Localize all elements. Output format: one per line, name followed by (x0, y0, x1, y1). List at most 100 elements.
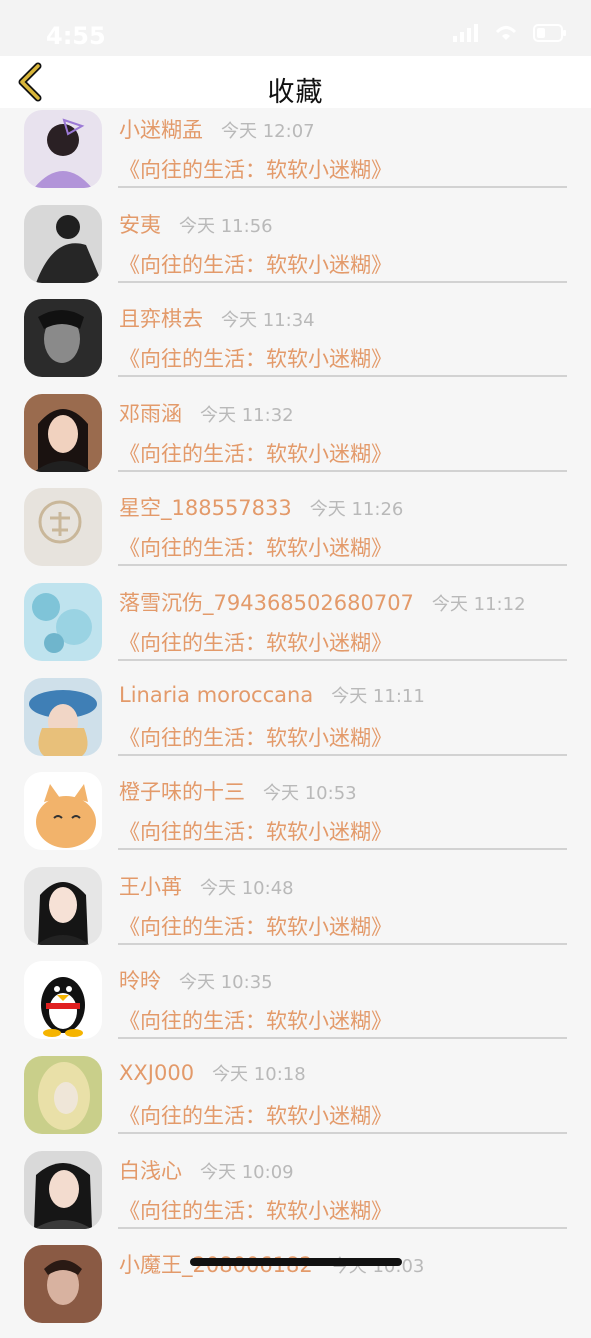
avatar[interactable] (24, 393, 102, 472)
status-icons (453, 24, 567, 42)
avatar-image (24, 677, 102, 756)
avatar[interactable] (24, 488, 102, 567)
list-item[interactable]: 橙子味的十三 今天 10:53 《向往的生活：软软小迷糊》 (0, 770, 591, 865)
timestamp: 今天 11:12 (431, 593, 526, 615)
divider (118, 280, 567, 283)
divider (118, 186, 567, 188)
user-name-text: 橙子味的十三 (119, 780, 245, 805)
timestamp: 今天 11:32 (200, 404, 294, 426)
timestamp: 今天 12:07 (221, 121, 315, 142)
avatar-image (24, 488, 102, 567)
avatar-image (24, 582, 102, 661)
user-name-text: 邓雨涵 (119, 401, 182, 426)
user-name: 王小苒 今天 10:48 (119, 871, 294, 901)
list-item[interactable]: 邓雨涵 今天 11:32 《向往的生活：软软小迷糊》 (0, 392, 591, 487)
divider (118, 658, 567, 661)
avatar-image (24, 299, 102, 378)
list-item[interactable]: 小迷糊孟 今天 12:07 《向往的生活：软软小迷糊》 (0, 108, 591, 203)
favorite-title[interactable]: 《向往的生活：软软小迷糊》 (119, 627, 392, 657)
avatar[interactable] (24, 677, 102, 756)
user-name: 小迷糊孟 今天 12:07 (119, 114, 315, 144)
list-item[interactable]: 安夷 今天 11:56 《向往的生活：软软小迷糊》 (0, 203, 591, 298)
divider (118, 1226, 567, 1229)
avatar-image (24, 772, 102, 851)
timestamp: 今天 11:11 (331, 685, 425, 707)
favorite-title[interactable]: 《向往的生活：软软小迷糊》 (119, 816, 392, 846)
favorite-title[interactable]: 《向往的生活：软软小迷糊》 (119, 722, 392, 752)
favorite-title[interactable]: 《向往的生活：软软小迷糊》 (119, 1195, 392, 1225)
list-item[interactable]: 落雪沉伤_794368502680707 今天 11:12 《向往的生活：软软小迷… (0, 581, 591, 676)
user-name: 且弈棋去 今天 11:34 (119, 303, 315, 333)
avatar[interactable] (24, 1055, 102, 1134)
timestamp: 今天 11:56 (179, 215, 273, 237)
list-item[interactable]: 星空_188557833 今天 11:26 《向往的生活：软软小迷糊》 (0, 486, 591, 581)
divider (118, 564, 567, 567)
divider (118, 375, 567, 378)
user-name: 昤昤 今天 10:35 (119, 965, 273, 995)
timestamp: 今天 10:09 (200, 1161, 294, 1183)
timestamp: 今天 11:34 (221, 310, 315, 332)
favorite-title[interactable]: 《向往的生活：软软小迷糊》 (119, 532, 392, 562)
timestamp: 今天 10:53 (263, 783, 357, 805)
avatar-image (24, 204, 102, 283)
timestamp: 今天 10:35 (179, 972, 273, 994)
avatar[interactable] (24, 1245, 102, 1324)
nav-bar: 收藏 (0, 56, 591, 108)
avatar[interactable] (24, 582, 102, 661)
timestamp: 今天 11:26 (309, 499, 404, 521)
user-name-text: 落雪沉伤_794368502680707 (119, 590, 414, 615)
favorite-title[interactable]: 《向往的生活：软软小迷糊》 (119, 343, 392, 373)
user-name-text: 小迷糊孟 (119, 118, 203, 142)
avatar-image (24, 1055, 102, 1134)
home-indicator[interactable] (190, 1258, 402, 1266)
timestamp: 今天 10:48 (200, 877, 294, 899)
avatar[interactable] (24, 110, 102, 188)
avatar-image (24, 393, 102, 472)
avatar[interactable] (24, 961, 102, 1040)
user-name: 橙子味的十三 今天 10:53 (119, 776, 357, 806)
avatar[interactable] (24, 204, 102, 283)
favorites-list: 小迷糊孟 今天 12:07 《向往的生活：软软小迷糊》 安夷 今天 11:56 《向… (0, 108, 591, 1338)
favorite-title[interactable]: 《向往的生活：软软小迷糊》 (119, 1005, 392, 1035)
user-name-text: 王小苒 (119, 874, 182, 899)
divider (118, 753, 567, 756)
avatar-image (24, 110, 102, 188)
divider (118, 1037, 567, 1040)
divider (118, 942, 567, 945)
list-item[interactable]: Linaria moroccana 今天 11:11 《向往的生活：软软小迷糊》 (0, 676, 591, 771)
user-name: 白浅心 今天 10:09 (119, 1155, 294, 1185)
user-name-text: 且弈棋去 (119, 307, 203, 332)
list-item[interactable]: XXJ000 今天 10:18 《向往的生活：软软小迷糊》 (0, 1054, 591, 1149)
user-name: 邓雨涵 今天 11:32 (119, 398, 294, 428)
favorite-title[interactable]: 《向往的生活：软软小迷糊》 (119, 154, 392, 184)
avatar-image (24, 961, 102, 1040)
avatar[interactable] (24, 772, 102, 851)
list-item[interactable]: 昤昤 今天 10:35 《向往的生活：软软小迷糊》 (0, 959, 591, 1054)
user-name: Linaria moroccana 今天 11:11 (119, 682, 425, 708)
favorite-title[interactable]: 《向往的生活：软软小迷糊》 (119, 249, 392, 279)
avatar[interactable] (24, 299, 102, 378)
list-item[interactable]: 且弈棋去 今天 11:34 《向往的生活：软软小迷糊》 (0, 297, 591, 392)
list-item[interactable]: 王小苒 今天 10:48 《向往的生活：软软小迷糊》 (0, 865, 591, 960)
user-name: 落雪沉伤_794368502680707 今天 11:12 (119, 587, 526, 617)
page-title: 收藏 (267, 77, 324, 108)
signal-icon (453, 24, 478, 42)
user-name-text: XXJ000 (119, 1060, 195, 1085)
avatar[interactable] (24, 866, 102, 945)
user-name-text: 星空_188557833 (119, 496, 292, 521)
avatar[interactable] (24, 1150, 102, 1229)
timestamp: 今天 10:18 (212, 1063, 306, 1085)
status-bar: 4:55 (0, 0, 591, 56)
wifi-icon (495, 26, 517, 40)
favorite-title[interactable]: 《向往的生活：软软小迷糊》 (119, 438, 392, 468)
user-name-text: Linaria moroccana (119, 682, 314, 707)
favorite-title[interactable]: 《向往的生活：软软小迷糊》 (119, 911, 392, 941)
favorite-title[interactable]: 《向往的生活：软软小迷糊》 (119, 1100, 392, 1130)
avatar-image (24, 866, 102, 945)
user-name-text: 昤昤 (119, 969, 161, 994)
list-item[interactable]: 白浅心 今天 10:09 《向往的生活：软软小迷糊》 (0, 1149, 591, 1244)
divider (118, 1131, 567, 1134)
divider (118, 848, 567, 851)
avatar-image (24, 1150, 102, 1229)
user-name: XXJ000 今天 10:18 (119, 1060, 306, 1086)
